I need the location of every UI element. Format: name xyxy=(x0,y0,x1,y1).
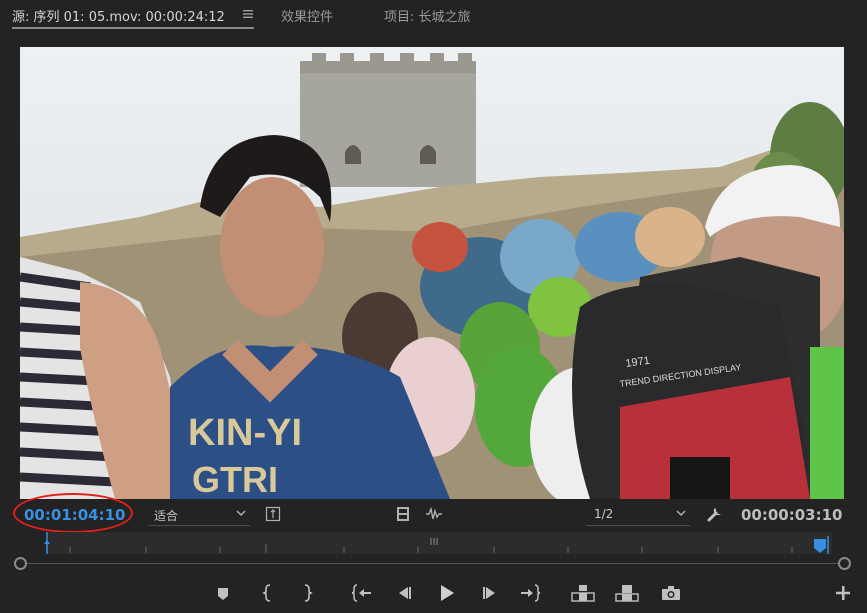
zoom-scrollbar-left-handle[interactable] xyxy=(14,557,27,570)
ruler-ticks xyxy=(69,538,793,553)
source-monitor-video-frame[interactable]: KIN-YI GTRI 1971 TREND DIRECTION DISPLAY xyxy=(20,47,844,499)
playhead-timecode[interactable]: 00:01:04:10 xyxy=(24,506,126,524)
in-point-marker-icon[interactable] xyxy=(44,532,50,554)
mark-out-icon[interactable] xyxy=(301,584,313,602)
zoom-level-dropdown[interactable]: 适合 xyxy=(148,505,250,526)
add-marker-icon[interactable] xyxy=(216,586,230,602)
fit-icon[interactable] xyxy=(265,506,281,522)
time-ruler-track[interactable] xyxy=(44,532,832,554)
video-frame-image: KIN-YI GTRI 1971 TREND DIRECTION DISPLAY xyxy=(20,47,844,499)
step-back-icon[interactable] xyxy=(396,585,412,601)
zoom-scrollbar-track[interactable] xyxy=(20,563,846,564)
chevron-down-icon xyxy=(676,510,686,517)
insert-icon[interactable] xyxy=(571,584,595,602)
tab-effect-controls[interactable]: 效果控件 xyxy=(281,6,333,25)
step-forward-icon[interactable] xyxy=(482,585,498,601)
playback-resolution-dropdown[interactable]: 1/2 xyxy=(586,505,690,526)
time-ruler[interactable] xyxy=(14,532,852,572)
tab-project[interactable]: 项目: 长城之旅 xyxy=(384,6,471,25)
active-tab-indicator xyxy=(12,27,254,29)
zoom-level-value: 适合 xyxy=(154,509,179,523)
playhead-icon[interactable] xyxy=(812,536,830,554)
transport-controls xyxy=(0,580,867,608)
tab-source[interactable]: 源: 序列 01: 05.mov: 00:00:24:12 xyxy=(12,6,225,25)
drag-audio-only-icon[interactable] xyxy=(425,507,443,521)
panel-menu-icon[interactable] xyxy=(242,8,254,20)
button-editor-icon[interactable] xyxy=(836,586,850,600)
zoom-scrollbar-right-handle[interactable] xyxy=(838,557,851,570)
panel-tab-bar: 源: 序列 01: 05.mov: 00:00:24:12 效果控件 项目: 长… xyxy=(0,0,867,32)
mark-in-icon[interactable] xyxy=(262,584,274,602)
play-icon[interactable] xyxy=(439,584,455,602)
drag-video-only-icon[interactable] xyxy=(395,506,411,522)
export-frame-icon[interactable] xyxy=(661,585,681,601)
wrench-icon[interactable] xyxy=(706,505,724,523)
playback-resolution-value: 1/2 xyxy=(594,507,614,521)
shirt-text-line2: GTRI xyxy=(192,459,278,499)
overwrite-icon[interactable] xyxy=(615,584,639,602)
chevron-down-icon xyxy=(236,510,246,517)
monitor-control-row: 00:01:04:10 适合 1/2 00:00:03:10 xyxy=(0,500,867,530)
duration-timecode: 00:00:03:10 xyxy=(741,506,843,524)
go-to-in-icon[interactable] xyxy=(352,584,372,602)
go-to-out-icon[interactable] xyxy=(520,584,540,602)
shirt-text-line1: KIN-YI xyxy=(188,412,302,454)
